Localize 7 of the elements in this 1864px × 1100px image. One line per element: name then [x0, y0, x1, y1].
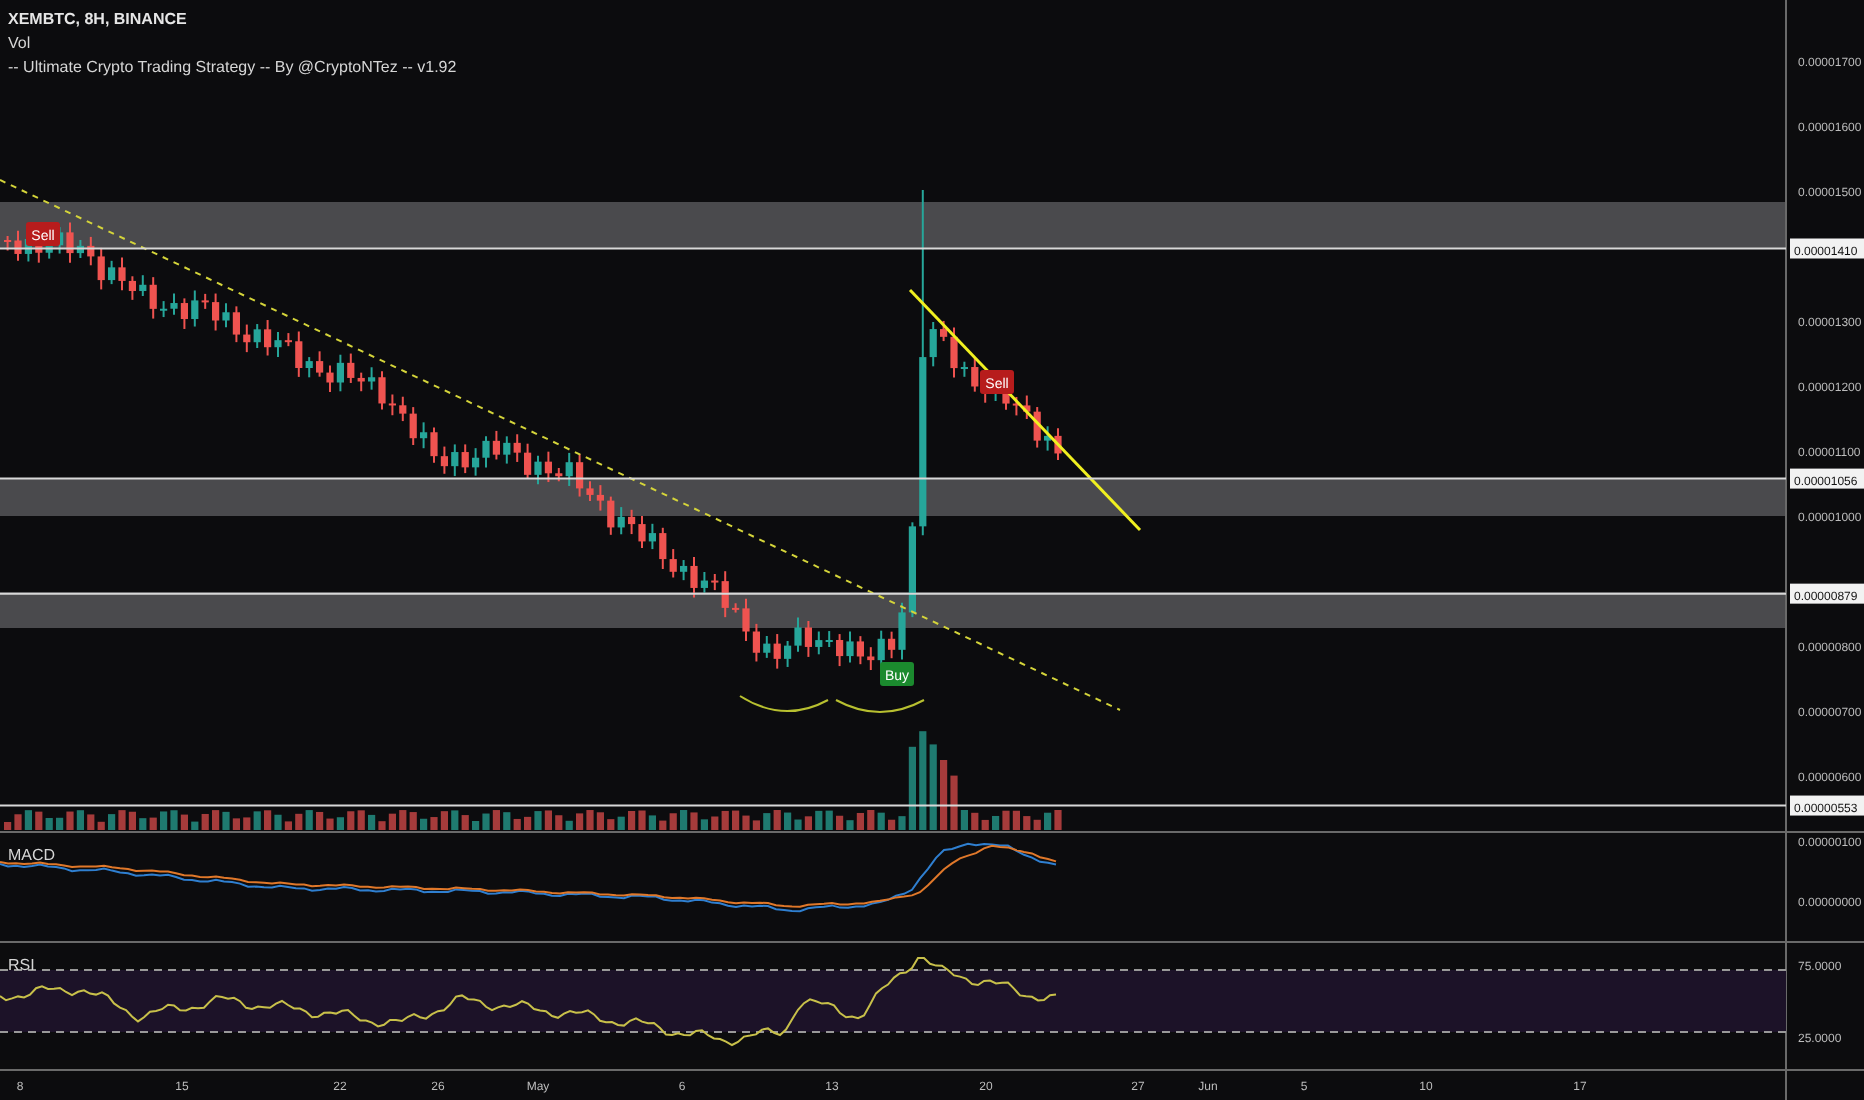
- curve-line: [835, 699, 925, 713]
- panel-label: MACD: [8, 846, 56, 864]
- strategy-label: -- Ultimate Crypto Trading Strategy -- By @CryptoNTez -- v1.92: [8, 58, 457, 76]
- volume-label: Vol: [8, 34, 31, 52]
- symbol-title: XEMBTC, 8H, BINANCE: [8, 10, 187, 28]
- panel-label: RSI: [8, 956, 35, 974]
- curve-line: [739, 695, 829, 712]
